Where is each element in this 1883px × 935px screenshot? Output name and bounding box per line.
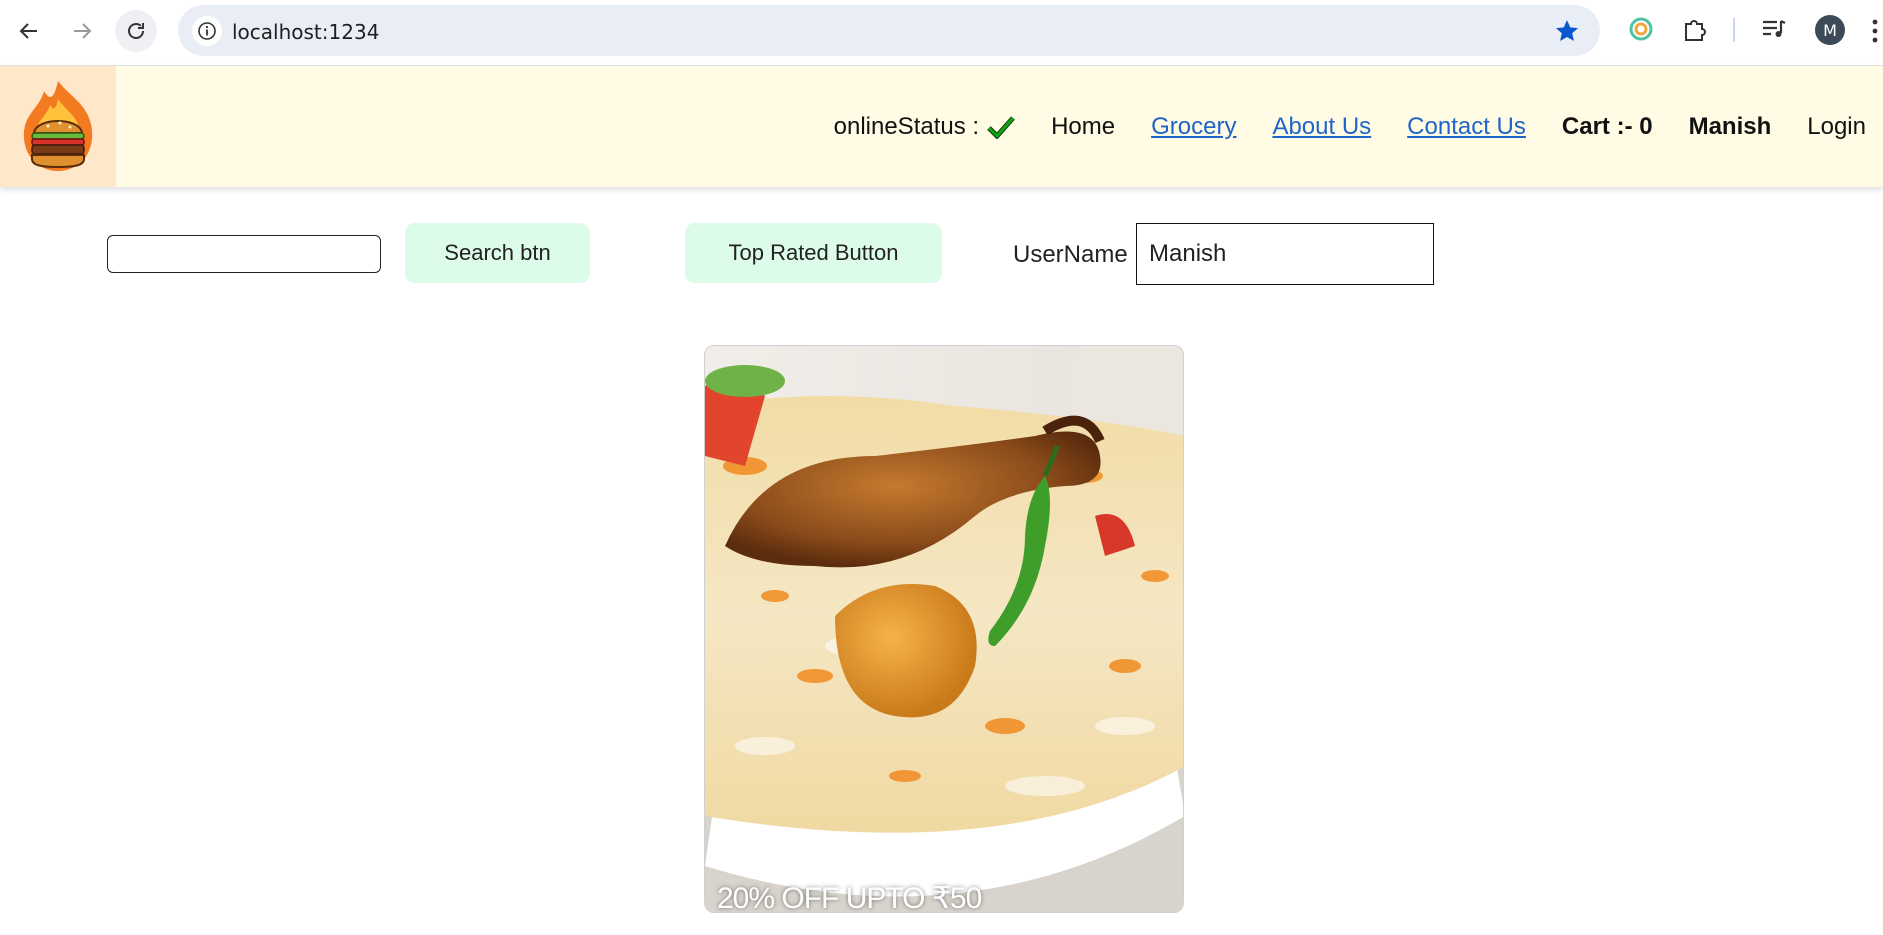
arrow-right-icon [74, 23, 92, 39]
site-header: onlineStatus : Home Grocery About Us Con… [0, 66, 1883, 187]
nav-contact-us[interactable]: Contact Us [1407, 113, 1526, 141]
nav-about-us[interactable]: About Us [1272, 113, 1371, 141]
reload-icon [128, 23, 144, 39]
bookmark-star-icon[interactable] [1554, 18, 1580, 44]
media-controls-icon[interactable] [1760, 15, 1788, 43]
arrow-left-icon [19, 23, 37, 39]
nav-cart[interactable]: Cart :- 0 [1562, 113, 1653, 141]
online-status: onlineStatus : [834, 113, 1015, 141]
site-info-icon[interactable] [192, 16, 222, 46]
restaurant-card[interactable]: 20% OFF UPTO ₹50 [704, 345, 1184, 913]
online-status-label: onlineStatus : [833, 112, 980, 140]
login-button[interactable]: Login [1807, 113, 1866, 141]
nav-grocery[interactable]: Grocery [1151, 113, 1236, 141]
search-button[interactable]: Search btn [405, 223, 590, 283]
reload-button[interactable] [115, 10, 157, 52]
address-bar[interactable]: localhost:1234 [178, 5, 1600, 56]
username-label: UserName : [1013, 241, 1142, 268]
profile-avatar[interactable]: M [1815, 15, 1845, 45]
back-button[interactable] [8, 10, 50, 52]
search-input[interactable] [107, 235, 381, 273]
extensions-puzzle-icon[interactable] [1681, 15, 1709, 43]
url-text[interactable]: localhost:1234 [232, 20, 379, 44]
logo[interactable] [0, 66, 116, 187]
forward-button[interactable] [61, 10, 103, 52]
toolbar-divider [1733, 18, 1735, 42]
burger-flame-logo-icon [23, 80, 93, 171]
nav-username: Manish [1688, 112, 1772, 140]
offer-text: 20% OFF UPTO ₹50 [717, 882, 982, 913]
top-rated-button[interactable]: Top Rated Button [685, 223, 942, 283]
main-nav: onlineStatus : Home Grocery About Us Con… [834, 66, 1866, 187]
checkmark-icon [987, 115, 1015, 139]
more-menu-icon[interactable] [1870, 17, 1880, 45]
nav-home[interactable]: Home [1051, 113, 1115, 141]
browser-toolbar: localhost:1234 M [0, 0, 1883, 66]
username-input[interactable] [1136, 223, 1434, 285]
biryani-food-image [705, 346, 1183, 912]
lens-extension-icon[interactable] [1627, 15, 1655, 43]
